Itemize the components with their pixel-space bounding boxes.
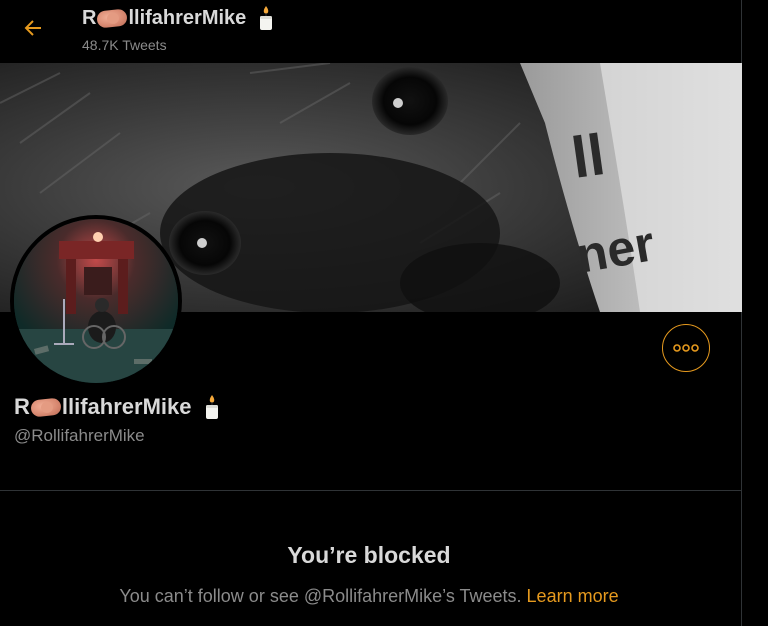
more-horizontal-icon xyxy=(673,344,699,352)
profile-name-prefix: R xyxy=(14,394,30,419)
sausage-emoji-icon xyxy=(30,396,62,418)
divider xyxy=(0,490,742,491)
profile-display-name: R llifahrerMike xyxy=(14,392,220,422)
tweet-count: 48.7K Tweets xyxy=(82,37,167,53)
back-button[interactable] xyxy=(18,14,48,42)
header-display-name: R llifahrerMike xyxy=(82,4,274,32)
candle-emoji-icon xyxy=(260,6,273,30)
header-name-suffix: llifahrerMike xyxy=(128,6,247,29)
arrow-left-icon xyxy=(24,20,41,36)
more-options-button[interactable] xyxy=(662,324,710,372)
sausage-emoji-icon xyxy=(96,7,129,29)
blocked-title: You’re blocked xyxy=(287,542,451,568)
header-name-prefix: R xyxy=(82,6,97,29)
profile-name-suffix: llifahrerMike xyxy=(61,394,192,419)
learn-more-link[interactable]: Learn more xyxy=(527,586,619,606)
profile-avatar[interactable] xyxy=(10,215,182,387)
candle-emoji-icon xyxy=(205,395,218,419)
profile-handle: @RollifahrerMike xyxy=(14,426,145,445)
profile-column: R llifahrerMike 48.7K Tweets ll ner R ll… xyxy=(0,0,742,626)
blocked-message-line: You can’t follow or see @RollifahrerMike… xyxy=(0,586,738,607)
blocked-message: You can’t follow or see @RollifahrerMike… xyxy=(119,586,522,606)
